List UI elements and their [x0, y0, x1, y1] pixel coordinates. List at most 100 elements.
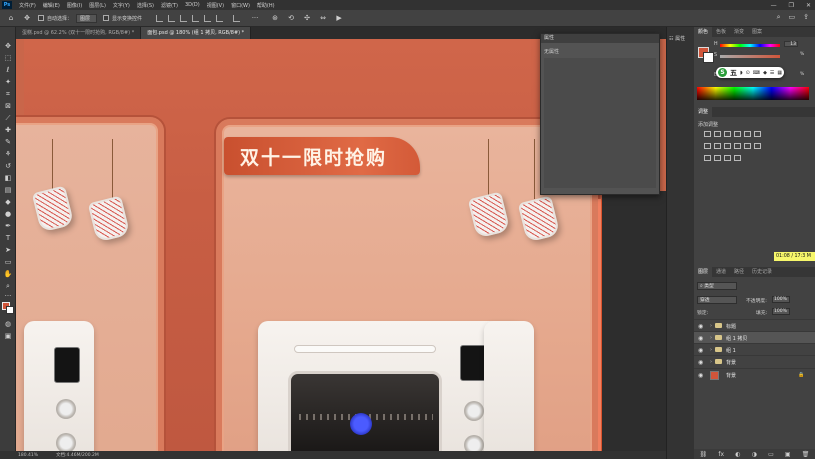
ime-moon-icon[interactable]: ◗: [740, 70, 743, 76]
menu-edit[interactable]: 编辑(E): [43, 2, 60, 9]
zoom-tool-icon[interactable]: ⌕: [3, 281, 13, 291]
layer-row[interactable]: ◉ › 标题: [694, 319, 815, 331]
align-right-icon[interactable]: [180, 14, 188, 22]
menu-type[interactable]: 文字(Y): [113, 2, 130, 9]
path-select-tool-icon[interactable]: ➤: [3, 245, 13, 255]
channel-mixer-icon[interactable]: [734, 143, 741, 149]
photo-filter-icon[interactable]: [724, 143, 731, 149]
levels-icon[interactable]: [714, 131, 721, 137]
brightness-contrast-icon[interactable]: [704, 131, 711, 137]
menu-file[interactable]: 文件(F): [19, 2, 36, 9]
menu-layer[interactable]: 图层(L): [89, 2, 106, 9]
home-icon[interactable]: ⌂: [6, 13, 16, 23]
tab-layers[interactable]: 图层: [694, 267, 713, 277]
blend-mode-dropdown[interactable]: 穿透: [697, 296, 737, 304]
properties-strip-button[interactable]: ☷ 属性: [669, 35, 692, 42]
tab-gradients[interactable]: 渐变: [730, 27, 748, 37]
healing-tool-icon[interactable]: ✚: [3, 125, 13, 135]
color-lookup-icon[interactable]: [744, 143, 751, 149]
marquee-tool-icon[interactable]: ⬚: [3, 53, 13, 63]
pen-tool-icon[interactable]: ✒: [3, 221, 13, 231]
auto-select-checkbox[interactable]: [38, 15, 44, 21]
3d-slide-icon[interactable]: ⇔: [318, 13, 328, 23]
background-color-swatch[interactable]: [6, 306, 14, 314]
history-brush-icon[interactable]: ↺: [3, 161, 13, 171]
tab-adjustments[interactable]: 调整: [694, 107, 713, 117]
blur-tool-icon[interactable]: ◆: [3, 197, 13, 207]
background-color-chip[interactable]: [703, 52, 714, 63]
tab-patterns[interactable]: 图案: [748, 27, 766, 37]
type-tool-icon[interactable]: T: [3, 233, 13, 243]
lasso-tool-icon[interactable]: ℓ: [3, 65, 13, 75]
tab-history[interactable]: 历史记录: [748, 267, 776, 277]
align-top-icon[interactable]: [192, 14, 200, 22]
move-tool-icon[interactable]: ✥: [22, 13, 32, 23]
hue-slider[interactable]: [720, 44, 780, 47]
brush-tool-icon[interactable]: ✎: [3, 137, 13, 147]
eyedropper-tool-icon[interactable]: ⟋: [3, 113, 13, 123]
distribute-icon[interactable]: [233, 14, 241, 22]
curves-icon[interactable]: [724, 131, 731, 137]
workspace-icon[interactable]: ▭: [789, 13, 796, 22]
more-tools-icon[interactable]: ···: [3, 291, 13, 301]
auto-select-dropdown[interactable]: 图层: [76, 13, 98, 23]
adjustment-layer-icon[interactable]: ◑: [752, 451, 757, 458]
properties-panel-title[interactable]: 属性: [541, 34, 659, 43]
tab-channels[interactable]: 通道: [712, 267, 730, 277]
align-bottom-icon[interactable]: [216, 14, 224, 22]
share-icon[interactable]: ⇪: [803, 13, 809, 22]
dodge-tool-icon[interactable]: ●: [3, 209, 13, 219]
vibrance-icon[interactable]: [744, 131, 751, 137]
link-layers-icon[interactable]: ⛓: [700, 451, 708, 458]
show-transform-checkbox[interactable]: [103, 15, 110, 21]
3d-rotate-icon[interactable]: ⟲: [286, 13, 296, 23]
screen-mode-icon[interactable]: ▣: [3, 331, 13, 341]
maximize-button[interactable]: ❐: [789, 2, 794, 9]
3d-pan-icon[interactable]: ✣: [302, 13, 312, 23]
gradient-map-icon[interactable]: [724, 155, 731, 161]
chevron-right-icon[interactable]: ›: [710, 323, 712, 329]
hue-saturation-icon[interactable]: [754, 131, 761, 137]
visibility-eye-icon[interactable]: ◉: [698, 323, 703, 330]
minimize-button[interactable]: —: [771, 2, 777, 9]
3d-camera-icon[interactable]: ▶: [334, 13, 344, 23]
ime-keyboard-icon[interactable]: ⌨: [753, 70, 760, 76]
posterize-icon[interactable]: [704, 155, 711, 161]
visibility-eye-icon[interactable]: ◉: [698, 335, 703, 342]
selective-color-icon[interactable]: [734, 155, 741, 161]
align-center-icon[interactable]: [168, 14, 176, 22]
chevron-right-icon[interactable]: ›: [710, 347, 712, 353]
frame-tool-icon[interactable]: ⊠: [3, 101, 13, 111]
menu-window[interactable]: 窗口(W): [231, 2, 250, 9]
fill-input[interactable]: 100%: [772, 308, 790, 315]
align-left-icon[interactable]: [156, 14, 164, 22]
align-middle-icon[interactable]: [204, 14, 212, 22]
crop-tool-icon[interactable]: ⌗: [3, 89, 13, 99]
quick-mask-icon[interactable]: ◍: [3, 319, 13, 329]
hand-tool-icon[interactable]: ✋: [3, 269, 13, 279]
layer-style-icon[interactable]: fx: [718, 451, 724, 458]
black-white-icon[interactable]: [714, 143, 721, 149]
threshold-icon[interactable]: [714, 155, 721, 161]
layer-row[interactable]: ◉ › 背景: [694, 355, 815, 367]
exposure-icon[interactable]: [734, 131, 741, 137]
new-layer-icon[interactable]: ▣: [785, 451, 791, 458]
eraser-tool-icon[interactable]: ◧: [3, 173, 13, 183]
close-button[interactable]: ✕: [806, 2, 811, 9]
layer-row[interactable]: ◉ › 组 1: [694, 343, 815, 355]
move-tool-icon[interactable]: ✥: [3, 41, 13, 51]
add-mask-icon[interactable]: ◐: [735, 451, 740, 458]
tab-swatches[interactable]: 色板: [712, 27, 730, 37]
ime-skin-icon[interactable]: ◆: [763, 70, 767, 76]
visibility-eye-icon[interactable]: ◉: [698, 347, 703, 354]
tab-paths[interactable]: 路径: [730, 267, 748, 277]
menu-image[interactable]: 图像(I): [67, 2, 82, 9]
document-info[interactable]: 文档:4.46M/200.2M: [56, 452, 99, 458]
ime-menu-icon[interactable]: ☰: [770, 70, 774, 76]
menu-3d[interactable]: 3D(D): [185, 2, 200, 8]
stamp-tool-icon[interactable]: ⚘: [3, 149, 13, 159]
magic-wand-tool-icon[interactable]: ✦: [3, 77, 13, 87]
layer-row[interactable]: ◉ › 组 1 拷贝: [694, 331, 815, 343]
menu-view[interactable]: 视图(V): [207, 2, 224, 9]
tab-document-1[interactable]: 蛋糕.psd @ 62.2% (双十一限时抢购, RGB/8#) *: [16, 27, 142, 39]
